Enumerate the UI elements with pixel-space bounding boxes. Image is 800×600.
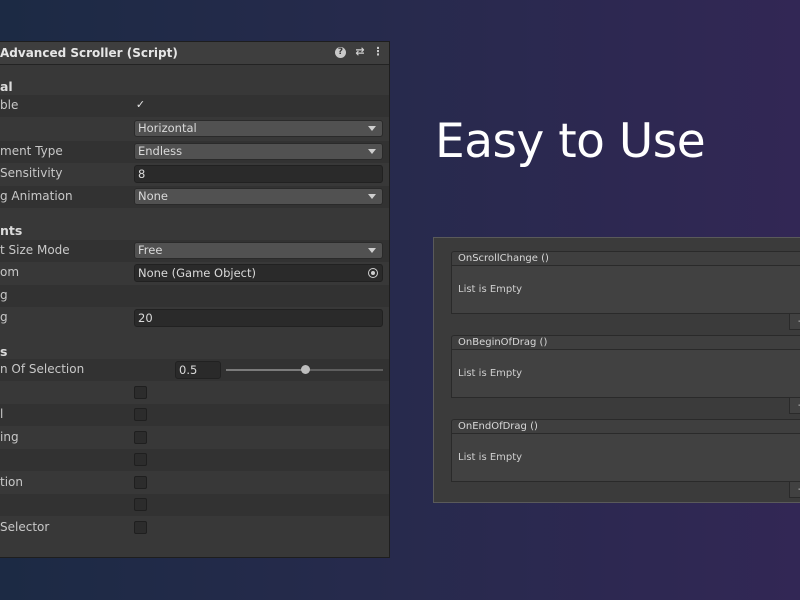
- field-label: g: [0, 288, 8, 302]
- row-toggle-1: [0, 382, 389, 404]
- section-title-other: s: [0, 344, 8, 359]
- event-on-end-of-drag: OnEndOfDrag () List is Empty -: [451, 419, 800, 499]
- chevron-down-icon: [368, 194, 376, 199]
- row-size-mode: t Size Mode Free: [0, 240, 389, 262]
- movement-type-dropdown[interactable]: Endless: [134, 143, 383, 160]
- help-icon[interactable]: ?: [335, 47, 346, 58]
- field-label: t Size Mode: [0, 243, 70, 257]
- chevron-down-icon: [368, 149, 376, 154]
- toggle-checkbox[interactable]: [134, 431, 147, 444]
- slider-fill: [226, 369, 305, 371]
- row-spacing-header: g: [0, 285, 389, 307]
- remove-button[interactable]: -: [789, 314, 800, 330]
- size-mode-dropdown[interactable]: Free: [134, 242, 383, 259]
- enable-checkbox[interactable]: ✓: [134, 99, 147, 112]
- sensitivity-input[interactable]: 8: [134, 165, 383, 183]
- event-list: List is Empty: [451, 434, 800, 482]
- event-on-scroll-change: OnScrollChange () List is Empty -: [451, 251, 800, 331]
- chevron-down-icon: [368, 126, 376, 131]
- row-animation: g Animation None: [0, 186, 389, 208]
- row-toggle-7: Selector: [0, 517, 389, 539]
- row-spacing: g 20: [0, 307, 389, 329]
- empty-list-text: List is Empty: [458, 368, 523, 379]
- toggle-checkbox[interactable]: [134, 476, 147, 489]
- dropdown-value: Endless: [138, 144, 183, 158]
- empty-list-text: List is Empty: [458, 284, 523, 295]
- headline: Easy to Use: [435, 114, 706, 169]
- remove-button[interactable]: -: [789, 482, 800, 498]
- field-label: tion: [0, 475, 23, 489]
- row-direction: Horizontal: [0, 118, 389, 140]
- field-label: Sensitivity: [0, 166, 63, 180]
- row-selection-position: n Of Selection 0.5: [0, 359, 389, 381]
- row-movement-type: ment Type Endless: [0, 141, 389, 163]
- spacing-input[interactable]: 20: [134, 309, 383, 327]
- event-header: OnBeginOfDrag (): [451, 335, 800, 350]
- section-title-elements: nts: [0, 223, 23, 238]
- event-header: OnEndOfDrag (): [451, 419, 800, 434]
- preset-icon[interactable]: ⇄: [353, 45, 367, 59]
- empty-list-text: List is Empty: [458, 452, 523, 463]
- row-toggle-2: l: [0, 404, 389, 426]
- toggle-checkbox[interactable]: [134, 498, 147, 511]
- slider-handle[interactable]: [300, 365, 310, 374]
- row-toggle-6: [0, 494, 389, 516]
- row-toggle-5: tion: [0, 472, 389, 494]
- row-toggle-3: ing: [0, 427, 389, 449]
- field-label: l: [0, 407, 4, 421]
- events-panel: OnScrollChange () List is Empty - OnBegi…: [433, 237, 800, 503]
- row-sensitivity: Sensitivity 8: [0, 163, 389, 185]
- remove-button[interactable]: -: [789, 398, 800, 414]
- section-title-general: al: [0, 79, 13, 94]
- event-on-begin-of-drag: OnBeginOfDrag () List is Empty -: [451, 335, 800, 415]
- toggle-checkbox[interactable]: [134, 521, 147, 534]
- field-label: ment Type: [0, 144, 63, 158]
- selection-value-input[interactable]: 0.5: [175, 361, 221, 379]
- component-title: Advanced Scroller (Script): [0, 46, 178, 60]
- game-object-field[interactable]: None (Game Object): [134, 264, 383, 282]
- object-picker-icon[interactable]: [368, 268, 378, 278]
- animation-dropdown[interactable]: None: [134, 188, 383, 205]
- dropdown-value: None: [138, 189, 169, 203]
- field-label: ble: [0, 98, 19, 112]
- inspector-panel: Advanced Scroller (Script) ? ⇄ ⋮ al ble …: [0, 41, 390, 558]
- selection-slider[interactable]: [226, 365, 383, 374]
- field-label: ing: [0, 430, 19, 444]
- component-header[interactable]: Advanced Scroller (Script) ? ⇄ ⋮: [0, 42, 389, 65]
- event-list: List is Empty: [451, 350, 800, 398]
- toggle-checkbox[interactable]: [134, 386, 147, 399]
- event-list: List is Empty: [451, 266, 800, 314]
- toggle-checkbox[interactable]: [134, 408, 147, 421]
- field-label: n Of Selection: [0, 362, 85, 376]
- dropdown-value: Free: [138, 243, 163, 257]
- dropdown-value: Horizontal: [138, 121, 197, 135]
- field-label: g Animation: [0, 189, 73, 203]
- field-label: Selector: [0, 520, 50, 534]
- direction-dropdown[interactable]: Horizontal: [134, 120, 383, 137]
- field-label: om: [0, 265, 20, 279]
- object-field-value: None (Game Object): [138, 266, 256, 280]
- field-label: g: [0, 310, 8, 324]
- row-enable: ble ✓: [0, 95, 389, 117]
- chevron-down-icon: [368, 248, 376, 253]
- row-toggle-4: [0, 449, 389, 471]
- toggle-checkbox[interactable]: [134, 453, 147, 466]
- event-header: OnScrollChange (): [451, 251, 800, 266]
- row-element-from: om None (Game Object): [0, 262, 389, 284]
- menu-icon[interactable]: ⋮: [371, 45, 385, 59]
